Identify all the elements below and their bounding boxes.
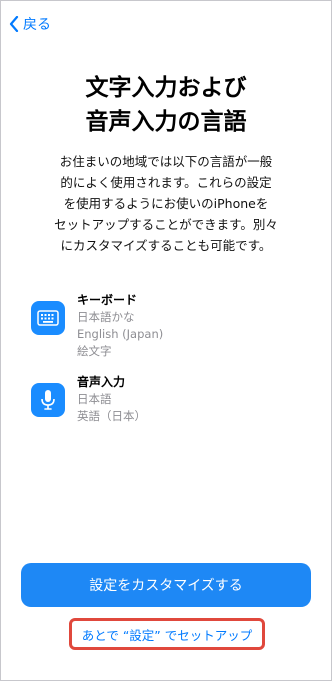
chevron-left-icon — [9, 16, 19, 32]
keyboard-item: English (Japan) — [77, 327, 164, 341]
description-line: を使用するようにお使いのiPhoneを — [63, 196, 269, 211]
description-line: 的によく使用されます。これらの設定 — [60, 175, 272, 190]
microphone-icon — [31, 383, 65, 417]
description-line: セットアップすることができます。別々 — [54, 217, 278, 232]
back-label: 戻る — [23, 17, 51, 33]
page-title: 文字入力および 音声入力の言語 — [1, 71, 331, 139]
description-text: お住まいの地域では以下の言語が一般 的によく使用されます。これらの設定 を使用す… — [41, 151, 291, 256]
setup-later-link[interactable]: あとで “設定” でセットアップ — [69, 618, 265, 650]
dictation-title: 音声入力 — [77, 375, 126, 389]
dictation-section: 音声入力 日本語 英語（日本） — [31, 373, 301, 425]
title-line-2: 音声入力の言語 — [85, 109, 247, 135]
dictation-item: 英語（日本） — [77, 409, 146, 423]
title-line-1: 文字入力および — [85, 75, 247, 101]
description-line: お住まいの地域では以下の言語が一般 — [59, 154, 273, 169]
description-line: にカスタマイズすることも可能です。 — [60, 238, 272, 253]
dictation-list: 音声入力 日本語 英語（日本） — [77, 373, 146, 425]
setup-screen: 戻る 文字入力および 音声入力の言語 お住まいの地域では以下の言語が一般 的によ… — [0, 0, 332, 681]
dictation-item: 日本語 — [77, 392, 112, 406]
keyboard-item: 絵文字 — [77, 344, 112, 358]
keyboard-section: キーボード 日本語かな English (Japan) 絵文字 — [31, 291, 301, 360]
customize-settings-button[interactable]: 設定をカスタマイズする — [21, 563, 311, 607]
back-button[interactable]: 戻る — [9, 14, 51, 34]
keyboard-icon — [31, 301, 65, 335]
keyboard-item: 日本語かな — [77, 310, 135, 324]
keyboard-title: キーボード — [77, 293, 138, 307]
keyboard-list: キーボード 日本語かな English (Japan) 絵文字 — [77, 291, 163, 360]
